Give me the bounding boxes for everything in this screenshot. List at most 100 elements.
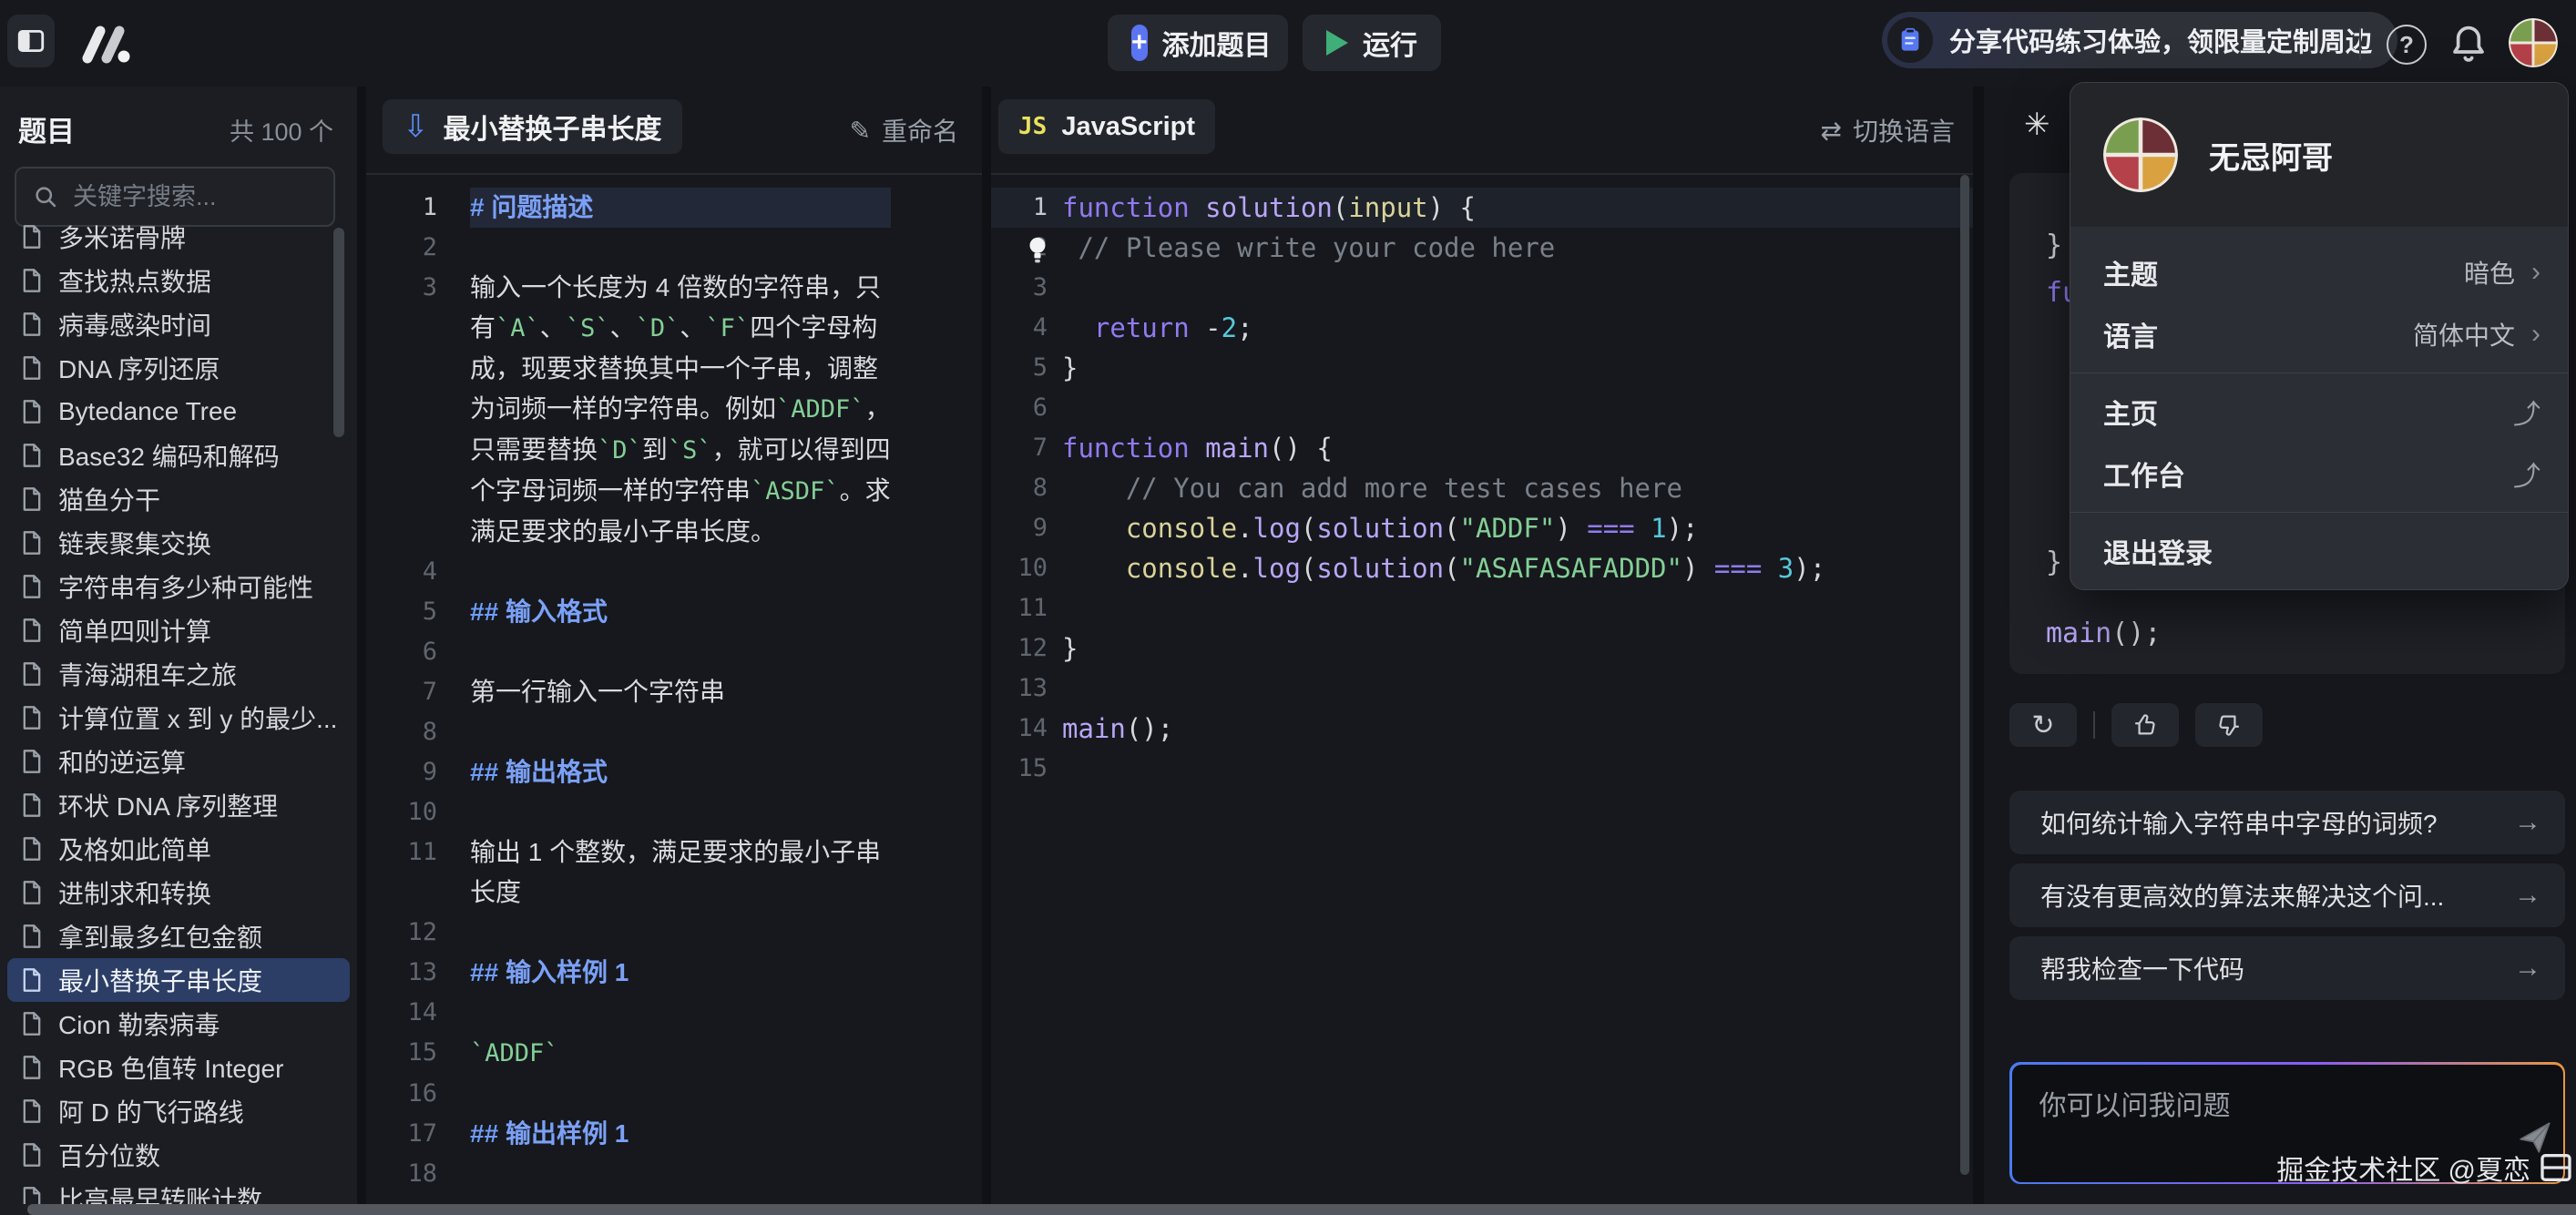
chevron-right-icon: › bbox=[2531, 257, 2540, 288]
editor-scrollbar[interactable] bbox=[1960, 175, 1969, 1175]
editor-header: JS JavaScript ⇄ 切换语言 bbox=[991, 87, 1973, 173]
help-icon[interactable]: ? bbox=[2387, 25, 2427, 65]
sidebar-item[interactable]: Cion 勒索病毒 bbox=[7, 1002, 350, 1046]
suggestion-chip[interactable]: 如何统计输入字符串中字母的词频? → bbox=[2009, 791, 2565, 854]
sidebar-item-label: 计算位置 x 到 y 的最少... bbox=[58, 699, 337, 736]
search-icon bbox=[33, 184, 58, 209]
md-line-number: 5 bbox=[366, 592, 437, 632]
menu-item-logout[interactable]: 退出登录 bbox=[2070, 520, 2568, 582]
code-line: 2 // Please write your code here bbox=[991, 228, 1973, 268]
sidebar-item[interactable]: 比高最早转账计数 bbox=[7, 1177, 350, 1204]
menu-item-theme[interactable]: 主题 暗色 › bbox=[2070, 241, 2568, 303]
sidebar-scrollbar[interactable] bbox=[333, 228, 344, 437]
sidebar-item-label: 猫鱼分干 bbox=[58, 481, 160, 517]
sidebar-item[interactable]: 简单四则计算 bbox=[7, 608, 350, 652]
sidebar-item[interactable]: 多米诺骨牌 bbox=[7, 215, 350, 259]
sidebar-item-label: 字符串有多少种可能性 bbox=[58, 568, 313, 605]
sidebar-item[interactable]: 青海湖租车之旅 bbox=[7, 652, 350, 696]
lightbulb-icon[interactable] bbox=[1026, 235, 1049, 266]
thumbs-down-button[interactable] bbox=[2195, 703, 2263, 747]
code-editor[interactable]: 1 function solution(input) { 2 // Please… bbox=[991, 175, 1973, 1215]
search-input[interactable] bbox=[71, 182, 317, 212]
sidebar-item[interactable]: 及格如此简单 bbox=[7, 827, 350, 871]
sidebar-item[interactable]: 百分位数 bbox=[7, 1133, 350, 1177]
user-avatar[interactable] bbox=[2509, 18, 2558, 67]
sidebar-item[interactable]: 病毒感染时间 bbox=[7, 302, 350, 346]
md-line-number: 6 bbox=[366, 632, 437, 672]
sidebar-item[interactable]: 计算位置 x 到 y 的最少... bbox=[7, 696, 350, 740]
sidebar-item[interactable]: 拿到最多红包金额 bbox=[7, 914, 350, 958]
sidebar-toggle-button[interactable] bbox=[7, 15, 55, 67]
md-line-number: 4 bbox=[366, 552, 437, 592]
sidebar-item[interactable]: 链表聚集交换 bbox=[7, 521, 350, 565]
question-list: 多米诺骨牌 查找热点数据 病毒感染时间 DNA 序列还原 bbox=[0, 215, 357, 1204]
file-icon bbox=[20, 1186, 44, 1204]
sidebar-item[interactable]: 猫鱼分干 bbox=[7, 477, 350, 521]
md-line-number: 8 bbox=[366, 712, 437, 752]
promo-banner[interactable]: 分享代码练习体验，领限量定制周边 bbox=[1882, 12, 2397, 68]
sidebar-item[interactable]: 字符串有多少种可能性 bbox=[7, 565, 350, 608]
language-tab[interactable]: JS JavaScript bbox=[998, 99, 1215, 154]
run-button[interactable]: 运行 bbox=[1303, 15, 1441, 71]
suggestion-chip[interactable]: 帮我检查一下代码 → bbox=[2009, 936, 2565, 1000]
message-actions: ↻ bbox=[2009, 703, 2263, 747]
notifications-bell-icon[interactable] bbox=[2448, 22, 2489, 66]
problem-header: ⇩ 最小替换子串长度 ✎ 重命名 bbox=[366, 87, 982, 173]
app-logo[interactable] bbox=[77, 26, 137, 64]
code-line-number: 5 bbox=[991, 348, 1048, 388]
problem-title-tab[interactable]: ⇩ 最小替换子串长度 bbox=[383, 99, 682, 154]
file-icon bbox=[20, 443, 44, 468]
file-icon bbox=[20, 792, 44, 818]
sidebar-item[interactable]: 和的逆运算 bbox=[7, 740, 350, 783]
app-root: + 添加题目 运行 分享代码练习体验，领限量定制周边 ? 题目 共 100 个 bbox=[0, 0, 2576, 1215]
rename-button[interactable]: ✎ 重命名 bbox=[850, 112, 958, 148]
sidebar-item[interactable]: Bytedance Tree bbox=[7, 390, 350, 434]
sidebar-item-label: 链表聚集交换 bbox=[58, 525, 211, 561]
code-line-content: return -2; bbox=[1048, 308, 1253, 348]
md-line: 9 ## 输出格式 bbox=[366, 752, 982, 792]
file-icon bbox=[20, 1098, 44, 1124]
code-line-content: console.log(solution("ASAFASAFADDD") ===… bbox=[1048, 548, 1825, 588]
file-icon bbox=[20, 224, 44, 250]
file-icon bbox=[20, 530, 44, 556]
md-line-number: 15 bbox=[366, 1033, 437, 1074]
menu-item-workspace[interactable]: 工作台 ⤴ bbox=[2070, 443, 2568, 505]
problem-markdown-editor[interactable]: 1 # 问题描述 2 3 输入一个长度为 4 倍数的字符串，只有`A`、`S`、… bbox=[366, 175, 982, 1215]
sidebar-item[interactable]: 环状 DNA 序列整理 bbox=[7, 783, 350, 827]
sidebar-item[interactable]: 查找热点数据 bbox=[7, 259, 350, 302]
chip-label: 有没有更高效的算法来解决这个问... bbox=[2040, 877, 2514, 914]
add-question-button[interactable]: + 添加题目 bbox=[1108, 15, 1288, 71]
thumbs-up-button[interactable] bbox=[2111, 703, 2179, 747]
suggestion-chips: 如何统计输入字符串中字母的词频? → 有没有更高效的算法来解决这个问... → … bbox=[2009, 791, 2565, 1000]
sidebar-title: 题目 bbox=[18, 108, 75, 149]
bubble-code-line: } bbox=[2046, 230, 2062, 261]
sidebar-item[interactable]: 进制求和转换 bbox=[7, 871, 350, 914]
sidebar-item[interactable]: Base32 编码和解码 bbox=[7, 434, 350, 477]
sidebar-item[interactable]: RGB 色值转 Integer bbox=[7, 1046, 350, 1089]
username: 无忌阿哥 bbox=[2209, 133, 2333, 178]
sidebar-item-label: 及格如此简单 bbox=[58, 831, 211, 867]
question-count: 共 100 个 bbox=[230, 112, 333, 148]
actions-divider bbox=[2093, 711, 2095, 739]
refresh-icon: ↻ bbox=[2031, 710, 2054, 741]
chip-label: 如何统计输入字符串中字母的词频? bbox=[2040, 804, 2514, 841]
sidebar-item-label: DNA 序列还原 bbox=[58, 350, 220, 386]
code-line-number: 7 bbox=[991, 428, 1048, 468]
logout-label: 退出登录 bbox=[2103, 531, 2540, 571]
sidebar-item[interactable]: 最小替换子串长度 bbox=[7, 958, 350, 1002]
sidebar-item[interactable]: DNA 序列还原 bbox=[7, 346, 350, 390]
menu-item-language[interactable]: 语言 简体中文 › bbox=[2070, 303, 2568, 365]
md-line-content bbox=[470, 228, 891, 268]
sidebar-item-label: Cion 勒索病毒 bbox=[58, 1006, 220, 1042]
switch-language-button[interactable]: ⇄ 切换语言 bbox=[1821, 112, 1955, 148]
suggestion-chip[interactable]: 有没有更高效的算法来解决这个问... → bbox=[2009, 863, 2565, 927]
sidebar-item-label: Bytedance Tree bbox=[58, 397, 237, 426]
code-line-number: 14 bbox=[991, 709, 1048, 749]
code-line-number: 10 bbox=[991, 548, 1048, 588]
file-icon bbox=[20, 268, 44, 293]
md-line: 10 bbox=[366, 792, 982, 832]
sidebar-item[interactable]: 阿 D 的飞行路线 bbox=[7, 1089, 350, 1133]
regenerate-button[interactable]: ↻ bbox=[2009, 703, 2077, 747]
code-line-number: 4 bbox=[991, 308, 1048, 348]
menu-item-home[interactable]: 主页 ⤴ bbox=[2070, 381, 2568, 443]
